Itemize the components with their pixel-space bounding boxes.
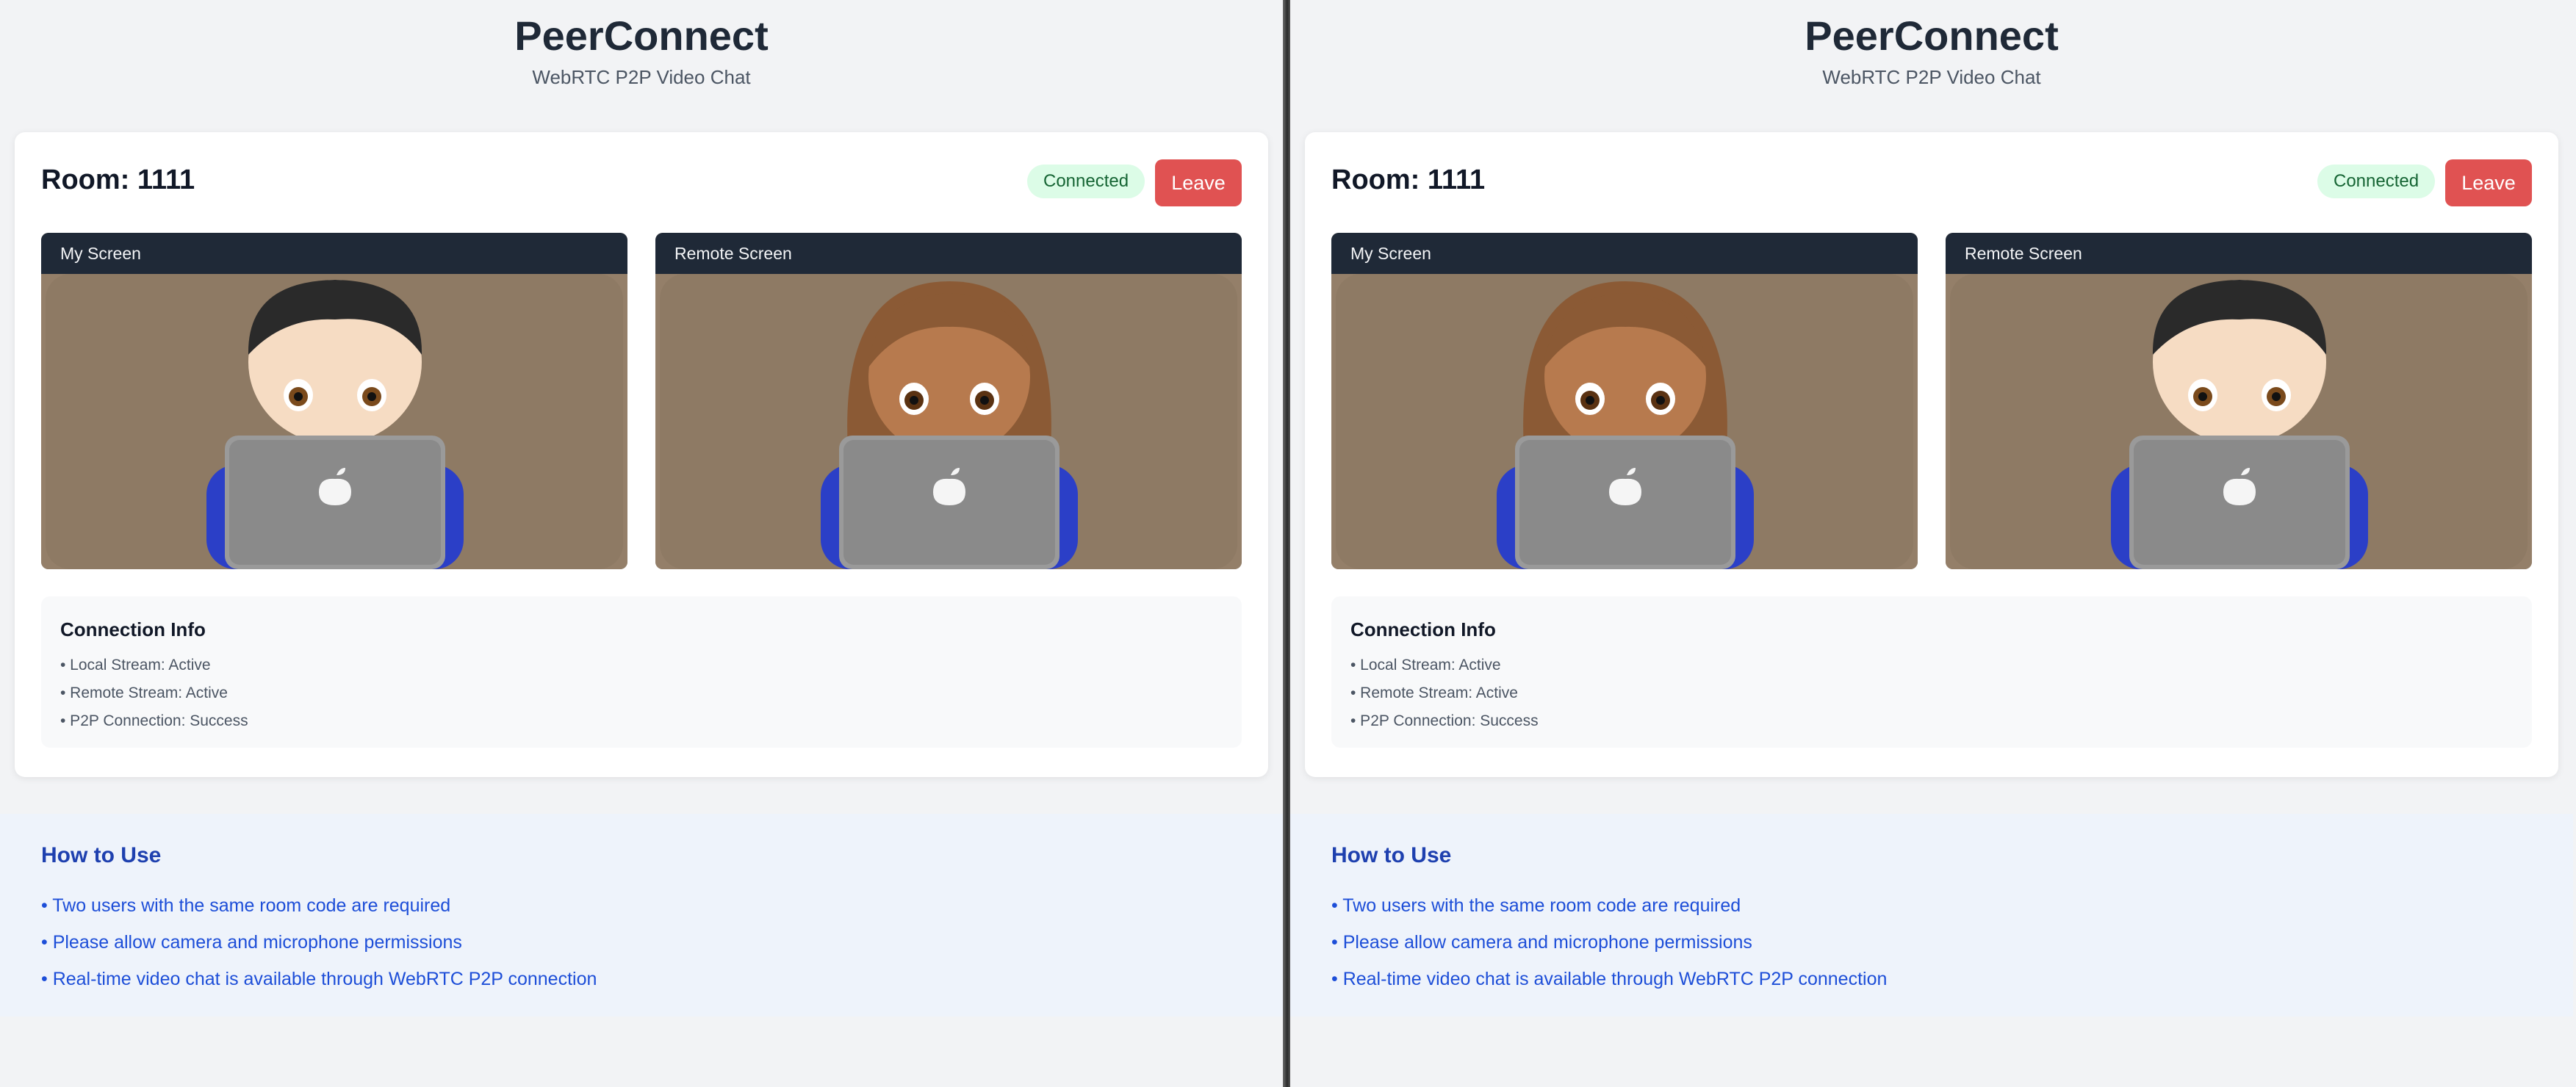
app-title: PeerConnect [1805, 12, 2059, 59]
app-title: PeerConnect [514, 12, 769, 59]
room-title: Room: 1111 [1331, 165, 1486, 195]
my-screen-video: My Screen [1331, 233, 1918, 569]
leave-button[interactable]: Leave [1155, 159, 1242, 206]
my-screen-label: My Screen [1331, 233, 1918, 274]
window-divider [1283, 0, 1290, 1087]
remote-screen-label: Remote Screen [655, 233, 1242, 274]
help-item: • Real-time video chat is available thro… [1331, 969, 1888, 989]
how-to-use-panel: How to Use • Two users with the same roo… [1290, 814, 2573, 1016]
local-stream-status: • Local Stream: Active [1350, 657, 1501, 673]
connection-info-title: Connection Info [60, 618, 206, 640]
remote-screen-video: Remote Screen [1946, 233, 2532, 569]
leave-button[interactable]: Leave [2445, 159, 2532, 206]
right-window: PeerConnect WebRTC P2P Video Chat Room: … [1290, 0, 2576, 1087]
boy-with-laptop-icon [1946, 274, 2532, 569]
girl-with-laptop-icon [1331, 274, 1918, 569]
connection-info-title: Connection Info [1350, 618, 1496, 640]
how-to-use-title: How to Use [1331, 843, 1452, 867]
help-item: • Please allow camera and microphone per… [41, 932, 462, 953]
status-badge: Connected [1027, 165, 1145, 198]
status-badge: Connected [2317, 165, 2436, 198]
boy-with-laptop-icon [41, 274, 627, 569]
p2p-connection-status: • P2P Connection: Success [60, 712, 248, 729]
help-item: • Two users with the same room code are … [41, 895, 451, 916]
my-screen-label: My Screen [41, 233, 627, 274]
girl-with-laptop-icon [655, 274, 1242, 569]
app-header: PeerConnect WebRTC P2P Video Chat [0, 10, 1283, 89]
room-card: Room: 1111 Connected Leave My Screen Rem… [1305, 132, 2558, 777]
app-tagline: WebRTC P2P Video Chat [532, 66, 751, 88]
room-title: Room: 1111 [41, 165, 195, 195]
p2p-connection-status: • P2P Connection: Success [1350, 712, 1539, 729]
app-tagline: WebRTC P2P Video Chat [1822, 66, 2041, 88]
local-stream-status: • Local Stream: Active [60, 657, 211, 673]
remote-screen-video: Remote Screen [655, 233, 1242, 569]
connection-info: Connection Info • Local Stream: Active •… [41, 596, 1242, 748]
how-to-use-panel: How to Use • Two users with the same roo… [0, 814, 1283, 1016]
app-header: PeerConnect WebRTC P2P Video Chat [1290, 10, 2573, 89]
help-item: • Please allow camera and microphone per… [1331, 932, 1752, 953]
remote-stream-status: • Remote Stream: Active [1350, 685, 1518, 701]
help-item: • Real-time video chat is available thro… [41, 969, 597, 989]
remote-screen-label: Remote Screen [1946, 233, 2532, 274]
remote-stream-status: • Remote Stream: Active [60, 685, 228, 701]
how-to-use-title: How to Use [41, 843, 162, 867]
my-screen-video: My Screen [41, 233, 627, 569]
left-window: PeerConnect WebRTC P2P Video Chat Room: … [0, 0, 1286, 1087]
connection-info: Connection Info • Local Stream: Active •… [1331, 596, 2532, 748]
help-item: • Two users with the same room code are … [1331, 895, 1741, 916]
room-card: Room: 1111 Connected Leave My Screen Rem… [15, 132, 1268, 777]
